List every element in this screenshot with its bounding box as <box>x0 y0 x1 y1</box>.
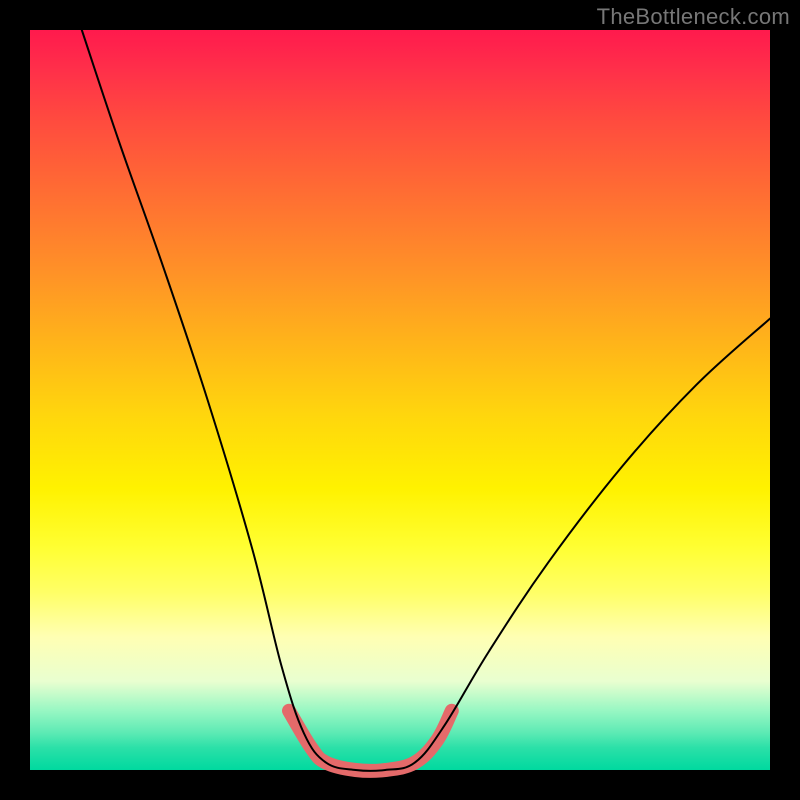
bottleneck-curve-path <box>82 30 770 771</box>
plot-area <box>30 30 770 770</box>
valley-highlight-path <box>289 711 452 771</box>
chart-frame: TheBottleneck.com <box>0 0 800 800</box>
watermark-text: TheBottleneck.com <box>597 4 790 30</box>
chart-svg <box>30 30 770 770</box>
